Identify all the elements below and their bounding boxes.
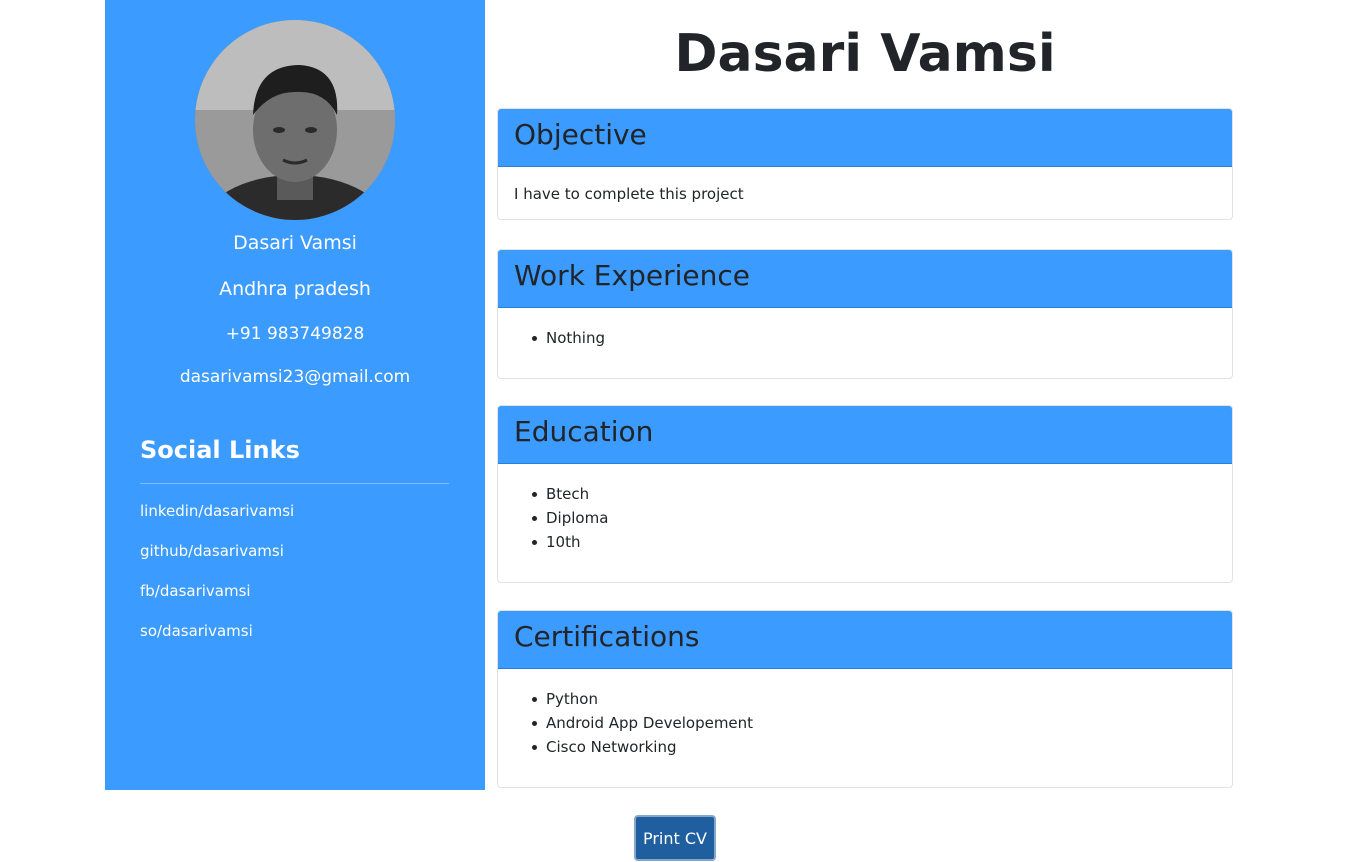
- list-item-text: Android App Developement: [546, 714, 754, 732]
- list-item-text: 10th: [546, 533, 581, 551]
- profile-phone: +91 983749828: [225, 324, 365, 344]
- social-links-heading: Social Links: [140, 436, 300, 464]
- objective-card: Objective I have to complete this projec…: [497, 108, 1233, 220]
- certifications-heading: Certifications: [498, 611, 1232, 669]
- facebook-link[interactable]: fb/dasarivamsi: [140, 582, 251, 600]
- profile-name: Dasari Vamsi: [233, 232, 357, 254]
- list-item-text: Diploma: [546, 509, 609, 527]
- certifications-body: Python Android App Developement Cisco Ne…: [498, 669, 1232, 787]
- list-item: Nothing: [514, 326, 1216, 350]
- work-experience-heading: Work Experience: [498, 250, 1232, 308]
- bullet-icon: [532, 721, 537, 726]
- profile-photo-icon: [195, 20, 395, 220]
- profile-sidebar: Dasari Vamsi Andhra pradesh +91 98374982…: [105, 0, 485, 790]
- bullet-icon: [532, 540, 537, 545]
- list-item: Cisco Networking: [514, 735, 1216, 759]
- list-item-text: Python: [546, 690, 598, 708]
- list-item-text: Btech: [546, 485, 590, 503]
- objective-text: I have to complete this project: [514, 185, 744, 203]
- education-list: Btech Diploma 10th: [514, 482, 1216, 554]
- list-item: Btech: [514, 482, 1216, 506]
- profile-location: Andhra pradesh: [219, 278, 371, 300]
- certifications-card: Certifications Python Android App Develo…: [497, 610, 1233, 788]
- certifications-list: Python Android App Developement Cisco Ne…: [514, 687, 1216, 759]
- bullet-icon: [532, 516, 537, 521]
- profile-email: dasarivamsi23@gmail.com: [179, 367, 411, 387]
- bullet-icon: [532, 745, 537, 750]
- list-item: Diploma: [514, 506, 1216, 530]
- work-experience-list: Nothing: [514, 326, 1216, 350]
- education-body: Btech Diploma 10th: [498, 464, 1232, 582]
- work-experience-body: Nothing: [498, 308, 1232, 378]
- list-item-text: Cisco Networking: [546, 738, 677, 756]
- list-item: Android App Developement: [514, 711, 1216, 735]
- list-item: 10th: [514, 530, 1216, 554]
- list-item: Python: [514, 687, 1216, 711]
- stackoverflow-link[interactable]: so/dasarivamsi: [140, 622, 253, 640]
- linkedin-link[interactable]: linkedin/dasarivamsi: [140, 502, 294, 520]
- print-cv-button[interactable]: Print CV: [634, 815, 716, 861]
- bullet-icon: [532, 492, 537, 497]
- page-title: Dasari Vamsi: [674, 24, 1056, 84]
- bullet-icon: [532, 336, 537, 341]
- education-heading: Education: [498, 406, 1232, 464]
- avatar: [195, 20, 395, 220]
- list-item-text: Nothing: [546, 329, 605, 347]
- github-link[interactable]: github/dasarivamsi: [140, 542, 284, 560]
- resume-page: Dasari Vamsi Andhra pradesh +91 98374982…: [0, 0, 1349, 862]
- bullet-icon: [532, 697, 537, 702]
- objective-body: I have to complete this project: [498, 167, 1232, 219]
- objective-heading: Objective: [498, 109, 1232, 167]
- work-experience-card: Work Experience Nothing: [497, 249, 1233, 379]
- divider: [140, 483, 449, 484]
- education-card: Education Btech Diploma 10th: [497, 405, 1233, 583]
